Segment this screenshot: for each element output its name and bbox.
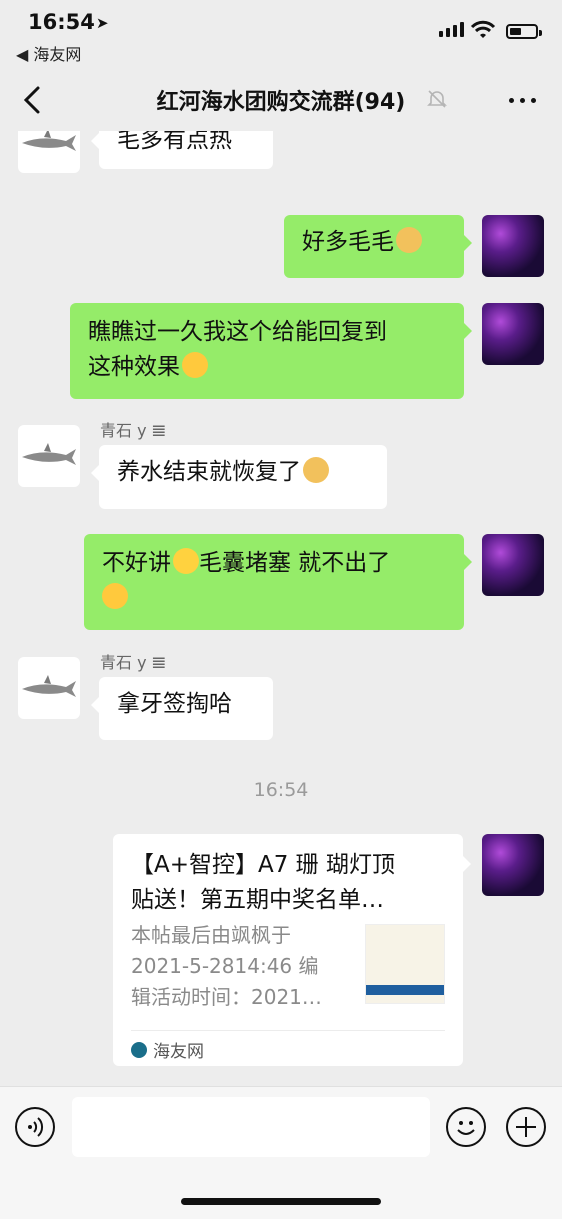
- message-input[interactable]: [72, 1097, 430, 1157]
- message-bubble[interactable]: 毛多有点热: [91, 131, 273, 169]
- shark-avatar[interactable]: [18, 425, 80, 487]
- message-timestamp: 16:54: [253, 779, 309, 801]
- shark-icon: [22, 443, 76, 465]
- clock: 16:54: [28, 10, 95, 34]
- message-bubble[interactable]: 好多毛毛: [284, 215, 472, 278]
- location-arrow-icon: ➤: [96, 14, 109, 32]
- message-text: 不好讲: [102, 550, 171, 576]
- sender-name: 青石 y 𝌆: [100, 421, 166, 440]
- link-card[interactable]: 【A+智控】A7 珊 瑚灯顶 贴送！第五期中奖名单… 本帖最后由飒枫于 2021…: [113, 834, 471, 1066]
- doge-emoji-icon: [303, 457, 329, 483]
- reef-avatar[interactable]: [482, 303, 544, 365]
- link-card-description-line: 本帖最后由飒枫于: [131, 923, 291, 947]
- plus-icon: [516, 1117, 536, 1137]
- divider: [131, 1030, 445, 1031]
- reef-avatar[interactable]: [482, 534, 544, 596]
- message-text: 毛多有点热: [117, 131, 232, 153]
- shark-icon: [22, 675, 76, 697]
- mute-bell-icon: [427, 90, 447, 108]
- reef-avatar[interactable]: [482, 215, 544, 277]
- link-card-thumbnail: [365, 924, 445, 1004]
- message-text: 这种效果: [88, 354, 180, 380]
- emoji-button[interactable]: [446, 1107, 486, 1147]
- laughing-emoji-icon: [173, 548, 199, 574]
- source-logo-icon: [131, 1041, 147, 1058]
- voice-icon: [28, 1117, 44, 1137]
- message-text: 毛囊堵塞 就不出了: [199, 550, 391, 576]
- battery-icon: [506, 24, 542, 39]
- facepalm-emoji-icon: [102, 583, 128, 609]
- chat-header: 红河海水团购交流群(94): [0, 70, 562, 130]
- link-card-description-line: 辑活动时间：2021…: [131, 985, 322, 1009]
- more-options-button[interactable]: [509, 98, 536, 103]
- voice-input-button[interactable]: [15, 1107, 55, 1147]
- shark-avatar[interactable]: [18, 131, 80, 173]
- back-to-app-link[interactable]: ◀ 海友网: [16, 41, 81, 65]
- wifi-icon: [470, 20, 496, 38]
- status-bar: 16:54 ➤ ◀ 海友网: [0, 0, 562, 70]
- shark-icon: [22, 131, 76, 151]
- message-text: 拿牙签掏哈: [117, 691, 232, 717]
- link-card-title: 【A+智控】A7 珊 瑚灯顶 贴送！第五期中奖名单…: [131, 848, 445, 918]
- reef-avatar[interactable]: [482, 834, 544, 896]
- link-card-title-line: 【A+智控】A7 珊 瑚灯顶: [131, 852, 395, 878]
- message-text: 瞧瞧过一久我这个给能回复到: [88, 319, 387, 345]
- shark-avatar[interactable]: [18, 657, 80, 719]
- link-card-title-line: 贴送！第五期中奖名单…: [131, 887, 384, 913]
- sender-name: 青石 y 𝌆: [100, 653, 166, 672]
- facepalm-emoji-icon: [182, 352, 208, 378]
- link-card-source: 海友网: [131, 1037, 204, 1062]
- message-text: 好多毛毛: [302, 229, 394, 255]
- source-name: 海友网: [153, 1042, 204, 1062]
- more-actions-button[interactable]: [506, 1107, 546, 1147]
- cellular-signal-icon: [439, 22, 464, 37]
- message-bubble[interactable]: 瞧瞧过一久我这个给能回复到 这种效果: [70, 303, 472, 399]
- message-bubble[interactable]: 拿牙签掏哈: [91, 677, 273, 740]
- chat-messages[interactable]: 毛多有点热 好多毛毛 瞧瞧过一久我这个给能回复到 这种效果 青石 y 𝌆 养水结…: [0, 131, 562, 1086]
- message-bubble[interactable]: 养水结束就恢复了: [91, 445, 387, 509]
- chat-title: 红河海水团购交流群(94): [156, 90, 406, 115]
- doge-emoji-icon: [396, 227, 422, 253]
- message-text: 养水结束就恢复了: [117, 459, 301, 485]
- link-card-description-line: 2021-5-2814:46 编: [131, 954, 319, 978]
- link-card-description: 本帖最后由飒枫于 2021-5-2814:46 编 辑活动时间：2021…: [131, 920, 345, 1013]
- home-indicator: [181, 1198, 381, 1205]
- smiley-icon: [457, 1121, 475, 1135]
- message-bubble[interactable]: 不好讲 毛囊堵塞 就不出了: [84, 534, 472, 630]
